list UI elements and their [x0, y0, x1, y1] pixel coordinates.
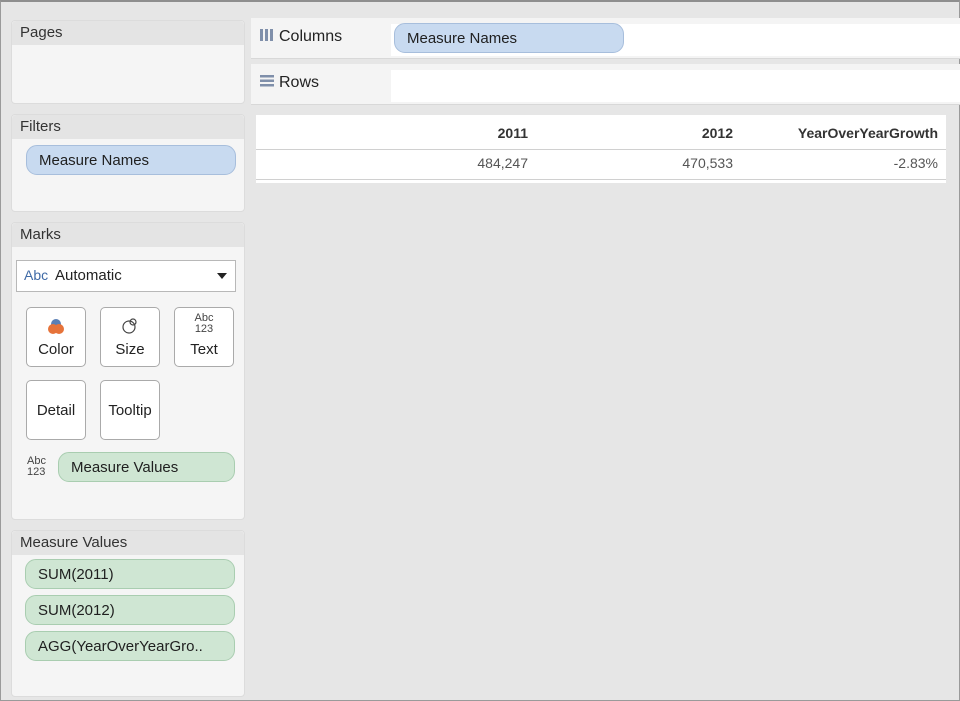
measure-values-title: Measure Values: [12, 531, 244, 555]
detail-label: Detail: [36, 402, 76, 419]
size-button[interactable]: Size: [100, 307, 160, 367]
rows-drop-area[interactable]: [391, 70, 960, 102]
mark-type-label: Automatic: [55, 267, 122, 284]
tooltip-button[interactable]: Tooltip: [100, 380, 160, 440]
text-label: Text: [190, 341, 218, 358]
tooltip-label: Tooltip: [108, 402, 152, 419]
measure-values-pill[interactable]: Measure Values: [58, 452, 235, 482]
value-2011: 484,247: [477, 155, 528, 171]
header-yoy-growth: YearOverYearGrowth: [797, 125, 938, 141]
color-label: Color: [38, 341, 74, 358]
abc-icon: Abc: [24, 267, 49, 283]
filters-title: Filters: [12, 115, 244, 139]
value-2012: 470,533: [682, 155, 733, 171]
rows-label: Rows: [259, 74, 319, 92]
columns-icon: [260, 29, 273, 41]
pages-card[interactable]: Pages: [11, 20, 245, 104]
size-label: Size: [115, 341, 145, 358]
size-icon: [101, 316, 159, 336]
text-encoding-icon: Abc 123: [27, 455, 46, 478]
text-table[interactable]: 2011 2012 YearOverYearGrowth 484,247 470…: [256, 115, 946, 183]
columns-pill-measure-names[interactable]: Measure Names: [394, 23, 624, 53]
marks-title: Marks: [12, 223, 244, 247]
filters-card[interactable]: Filters Measure Names: [11, 114, 245, 212]
header-2011: 2011: [497, 125, 528, 141]
rows-icon: [260, 75, 274, 87]
rows-shelf[interactable]: Rows: [251, 64, 960, 105]
text-button[interactable]: Abc 123 Text: [174, 307, 234, 367]
measure-pill-yoy-growth[interactable]: AGG(YearOverYearGro..: [25, 631, 235, 661]
value-yoy-growth: -2.83%: [893, 155, 938, 171]
color-icon: [27, 316, 85, 336]
detail-button[interactable]: Detail: [26, 380, 86, 440]
measure-pill-sum-2012[interactable]: SUM(2012): [25, 595, 235, 625]
mark-type-dropdown[interactable]: Abc Automatic: [16, 260, 236, 292]
table-bottom-divider: [256, 179, 946, 180]
chevron-down-icon: [217, 273, 227, 279]
measure-pill-sum-2011[interactable]: SUM(2011): [25, 559, 235, 589]
header-divider: [256, 149, 946, 150]
filter-pill-measure-names[interactable]: Measure Names: [26, 145, 236, 175]
color-button[interactable]: Color: [26, 307, 86, 367]
header-2012: 2012: [701, 125, 733, 141]
text-icon: Abc 123: [194, 312, 214, 335]
columns-label: Columns: [259, 28, 342, 46]
workspace: Pages Filters Measure Names Marks Abc Au…: [0, 0, 960, 701]
pages-title: Pages: [12, 21, 244, 45]
